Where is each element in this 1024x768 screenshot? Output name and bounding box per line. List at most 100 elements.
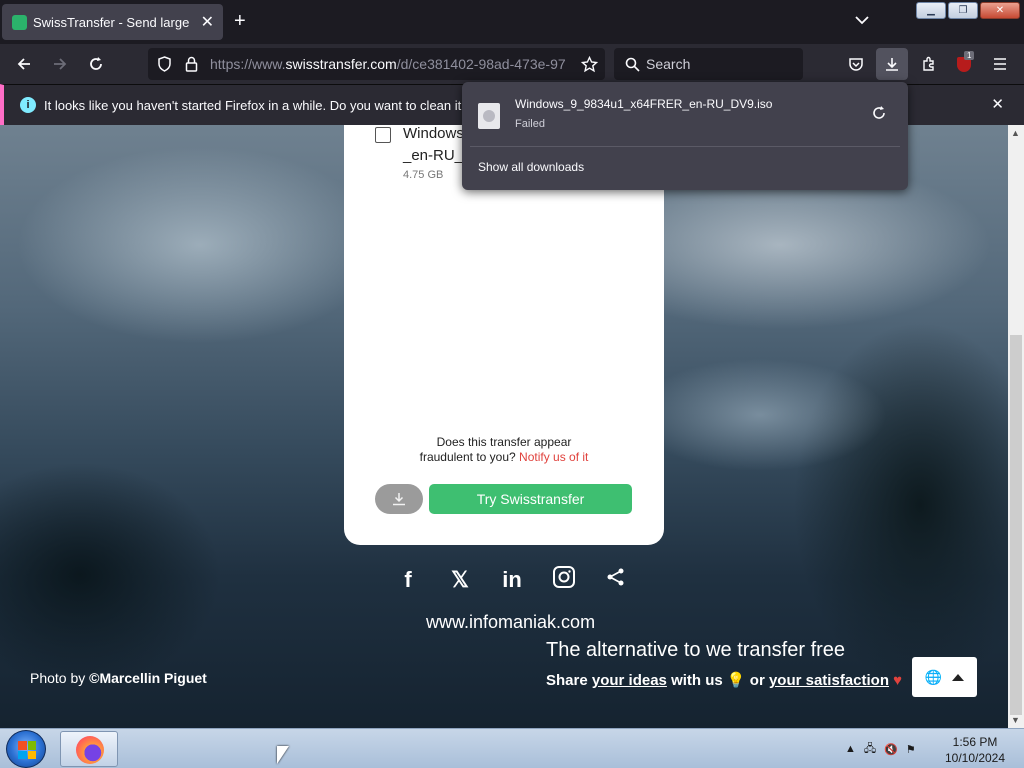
back-button[interactable] [10,44,38,84]
globe-icon: 🌐 [924,668,943,685]
notify-link[interactable]: Notify us of it [519,450,588,464]
pocket-button[interactable] [844,44,868,84]
network-icon[interactable]: 🖧 [864,740,876,759]
notification-message: It looks like you haven't started Firefo… [44,98,499,113]
page-scrollbar[interactable]: ▲ ▼ [1008,125,1024,728]
file-size: 4.75 GB [403,169,444,181]
windows-logo-icon [18,741,36,759]
share-prefix: Share [546,672,588,689]
action-center-flag-icon[interactable]: ⚑ [906,743,916,756]
share-feedback: Share your ideas with us 💡 or your satis… [546,671,902,689]
share-or: or [749,672,765,689]
firefox-icon [76,736,104,764]
clock[interactable]: 1:56 PM 10/10/2024 [940,734,1010,766]
window-controls: ▁ ❐ ✕ [916,2,1020,19]
downloads-button[interactable] [876,48,908,80]
download-status: Failed [515,118,545,130]
language-selector[interactable]: 🌐 [912,657,977,697]
share-icon[interactable] [603,567,629,593]
search-bar[interactable]: Search [614,48,803,80]
taskbar-firefox-button[interactable] [60,731,118,767]
swisstransfer-favicon-icon [12,14,27,30]
caret-up-icon [952,673,965,681]
lock-icon[interactable] [182,48,200,80]
facebook-icon[interactable]: f [395,567,421,593]
photo-credit-prefix: Photo by [30,670,86,686]
menu-button[interactable] [988,44,1012,84]
search-icon [623,48,641,80]
download-file-name[interactable]: Windows_9_9834u1_x64FRER_en-RU_DV9.iso [515,97,772,111]
page-content: Windows _en-RU_I 4.75 GB Does this trans… [0,125,1008,728]
reload-button[interactable] [82,44,110,84]
divider [470,146,900,147]
tracking-protection-shield-icon[interactable] [154,48,174,80]
arrow-left-icon [17,58,30,70]
fraud-question: Does this transfer appear fraudulent to … [344,435,664,465]
lightbulb-icon: 💡 [726,672,746,689]
puzzle-icon [923,56,934,71]
social-links: f 𝕏 in [395,565,629,595]
try-swisstransfer-button[interactable]: Try Swisstransfer [429,484,632,514]
navigation-toolbar: https://www.swisstransfer.com/d/ce381402… [0,44,1024,84]
minimize-button[interactable]: ▁ [916,2,946,19]
infomaniak-link[interactable]: www.infomaniak.com [426,612,595,633]
url-path: /d/ce381402-98ad-473e-97 [396,56,566,72]
downloads-panel: Windows_9_9834u1_x64FRER_en-RU_DV9.iso F… [462,82,908,190]
mouse-cursor [277,746,289,764]
clock-time: 1:56 PM [952,735,998,749]
your-satisfaction-link[interactable]: your satisfaction [769,672,889,689]
your-ideas-link[interactable]: your ideas [592,672,667,689]
heart-icon: ♥ [893,672,903,689]
title-bar: SwissTransfer - Send large files ✕ + ▁ ❐… [0,0,1024,44]
photo-credit: Photo by ©Marcellin Piguet [30,670,207,686]
search-placeholder: Search [646,56,691,72]
close-window-button[interactable]: ✕ [980,2,1020,19]
volume-muted-icon[interactable]: 🔇 [884,743,898,756]
fraud-question-line2: fraudulent to you? [419,450,516,464]
download-icon [393,493,405,506]
scrollbar-thumb[interactable] [1010,335,1022,715]
close-notification-icon[interactable]: ✕ [991,95,1004,113]
new-tab-button[interactable]: + [234,10,246,32]
reload-icon [90,57,102,70]
retry-icon [873,106,885,119]
share-mid: with us [671,672,723,689]
extension-badge: 1 [964,51,975,60]
taskbar: ▲ 🖧 🔇 ⚑ 1:56 PM 10/10/2024 [0,728,1024,768]
tagline: The alternative to we transfer free [546,639,846,661]
extensions-button[interactable] [917,44,941,84]
file-name-line1: Windows [403,125,464,142]
show-hidden-icons-icon[interactable]: ▲ [845,743,856,755]
url-host: swisstransfer.com [285,56,397,72]
maximize-button[interactable]: ❐ [948,2,978,19]
file-checkbox[interactable] [375,127,391,143]
photographer-name[interactable]: ©Marcellin Piguet [89,670,207,686]
file-name-line2: _en-RU_I [403,147,468,164]
forward-button[interactable] [46,44,74,84]
bookmark-star-icon[interactable] [578,48,600,80]
scroll-up-arrow-icon[interactable]: ▲ [1011,128,1020,138]
iso-file-icon [478,103,500,129]
clock-date: 10/10/2024 [944,751,1006,765]
retry-download-button[interactable] [871,105,887,126]
url-bar[interactable]: https://www.swisstransfer.com/d/ce381402… [148,48,605,80]
pocket-icon [849,57,863,71]
list-all-tabs-button[interactable] [855,12,869,30]
download-icon [886,58,898,71]
tab-swisstransfer[interactable]: SwissTransfer - Send large files ✕ [2,4,223,40]
scroll-down-arrow-icon[interactable]: ▼ [1011,715,1020,725]
url-prefix: https://www. [210,56,286,72]
url-text: https://www.swisstransfer.com/d/ce381402… [210,56,572,72]
close-tab-icon[interactable]: ✕ [201,12,214,32]
fraud-question-line1: Does this transfer appear [436,435,572,449]
show-all-downloads-button[interactable]: Show all downloads [478,160,584,174]
download-button[interactable] [375,484,423,514]
start-button[interactable] [6,730,46,768]
linkedin-icon[interactable]: in [499,567,525,593]
x-twitter-icon[interactable]: 𝕏 [447,567,473,593]
ublock-extension-button[interactable]: 1 [952,44,976,84]
instagram-icon[interactable] [551,565,577,595]
system-tray: ▲ 🖧 🔇 ⚑ [845,729,916,768]
chevron-down-icon [855,16,869,25]
hamburger-menu-icon [994,58,1006,70]
